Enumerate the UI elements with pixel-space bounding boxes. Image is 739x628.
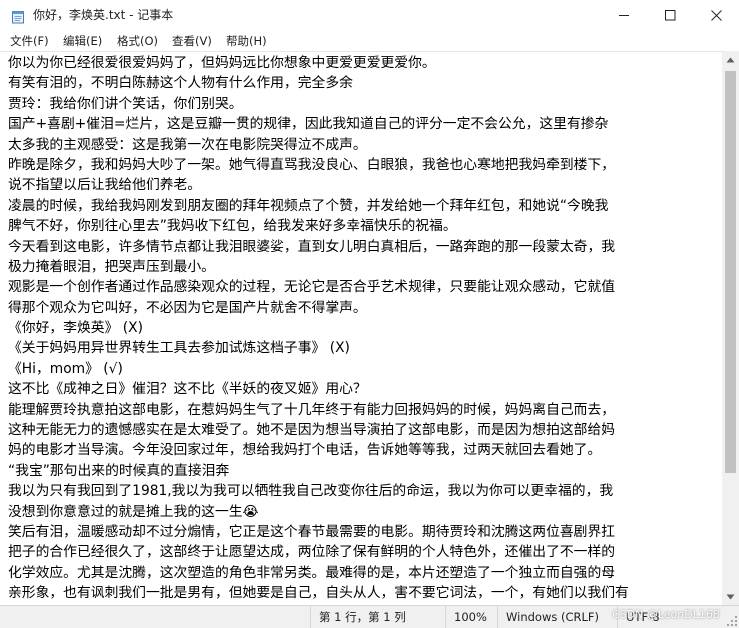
minimize-button[interactable] xyxy=(601,0,647,31)
maximize-button[interactable] xyxy=(647,0,693,31)
notepad-window: 你好，李焕英.txt - 记事本 文件(F) 编辑(E) 格式(O) 查看(V)… xyxy=(0,0,739,628)
arrow-down-icon xyxy=(726,594,735,599)
menu-help[interactable]: 帮助(H) xyxy=(226,33,267,49)
text-line[interactable]: 今天看到这电影，许多情节点都让我泪眼婆娑，直到女儿明白真相后，一路奔跑的那一段蒙… xyxy=(8,237,718,257)
menu-view[interactable]: 查看(V) xyxy=(172,33,212,49)
text-line[interactable]: 亲形象，也有讽刺我们一批是男有，但她要是自己，自头从人，害不要它词法，一个，有她… xyxy=(8,583,718,603)
csdn-watermark: CSDN @LeonDL168 xyxy=(612,608,720,621)
zoom-level: 100% xyxy=(445,606,497,628)
text-line[interactable]: 贾玲：我给你们讲个笑话，你们别哭。 xyxy=(8,94,718,114)
text-line[interactable]: 昨晚是除夕，我和妈妈大吵了一架。她气得直骂我没良心、白眼狼，我爸也心寒地把我妈牵… xyxy=(8,155,718,175)
title-bar: 你好，李焕英.txt - 记事本 xyxy=(0,0,739,31)
notepad-icon xyxy=(11,9,25,24)
text-line[interactable]: 凌晨的时候，我给我妈刚发到朋友圈的拜年视频点了个赞，并发给她一个拜年红包，和她说… xyxy=(8,196,718,216)
minimize-icon xyxy=(618,15,629,16)
resize-grip-icon[interactable] xyxy=(726,615,738,627)
arrow-up-icon xyxy=(726,57,735,62)
text-line[interactable]: 妈的电影才当导演。今年没回家过年，想给我妈打个电话，告诉她等等我，过两天就回去看… xyxy=(8,440,718,460)
text-line[interactable]: 国产+喜剧+催泪=烂片，这是豆瓣一贯的规律，因此我知道自己的评分一定不会公允，这… xyxy=(8,114,718,134)
text-line[interactable]: “我宝”那句出来的时候真的直接泪奔 xyxy=(8,461,718,481)
text-line[interactable]: 说不指望以后让我给他们养老。 xyxy=(8,175,718,195)
close-button[interactable] xyxy=(693,0,739,31)
text-line[interactable]: 《Hi，mom》 (√) xyxy=(8,359,718,379)
text-line[interactable]: 《你好，李焕英》 (X) xyxy=(8,318,718,338)
text-line[interactable]: 笑后有泪，温暖感动却不过分煽情，它正是这个春节最需要的电影。期待贾玲和沈腾这两位… xyxy=(8,522,718,542)
scroll-thumb[interactable] xyxy=(725,71,736,473)
text-line[interactable]: 你以为你已经很爱很爱妈妈了，但妈妈远比你想象中更爱更爱更爱你。 xyxy=(8,53,718,73)
text-line[interactable]: 有笑有泪的，不明白陈赫这个人物有什么作用，完全多余 xyxy=(8,73,718,93)
text-content[interactable]: 你以为你已经很爱很爱妈妈了，但妈妈远比你想象中更爱更爱更爱你。 有笑有泪的，不明白… xyxy=(8,53,718,604)
text-line[interactable]: 《关于妈妈用异世界转生工具去参加试炼这档子事》 (X) xyxy=(8,338,718,358)
scroll-down-button[interactable] xyxy=(722,588,739,605)
text-line[interactable]: 没想到你意意过的就是摊上我的这一生😭 xyxy=(8,502,718,522)
menu-bar: 文件(F) 编辑(E) 格式(O) 查看(V) 帮助(H) xyxy=(0,31,739,51)
window-title: 你好，李焕英.txt - 记事本 xyxy=(33,8,174,22)
maximize-icon xyxy=(664,10,675,21)
vertical-scrollbar[interactable] xyxy=(722,51,739,605)
text-editor[interactable]: 你以为你已经很爱很爱妈妈了，但妈妈远比你想象中更爱更爱更爱你。 有笑有泪的，不明白… xyxy=(0,51,722,606)
text-line[interactable]: 把子的合作已经很久了，这部终于让愿望达成，两位除了保有鲜明的个人特色外，还催出了… xyxy=(8,542,718,562)
text-line[interactable]: 这不比《成神之日》催泪？这不比《半妖的夜叉姬》用心？ xyxy=(8,379,718,399)
menu-edit[interactable]: 编辑(E) xyxy=(63,33,102,49)
line-ending: Windows (CRLF) xyxy=(497,606,617,628)
text-line[interactable]: 得那个观众为它叫好，不必因为它是国产片就舍不得掌声。 xyxy=(8,298,718,318)
text-line[interactable]: 太多我的主观感受：这是我第一次在电影院哭得泣不成声。 xyxy=(8,135,718,155)
text-line[interactable]: 能理解贾玲执意拍这部电影，在惹妈妈生气了十几年终于有能力回报妈妈的时候，妈妈离自… xyxy=(8,400,718,420)
text-line[interactable]: 化学效应。尤其是沈腾，这次塑造的角色非常另类。最难得的是，本片还塑造了一个独立而… xyxy=(8,563,718,583)
close-icon xyxy=(710,10,722,21)
text-line[interactable]: 极力掩着眼泪，把哭声压到最小。 xyxy=(8,257,718,277)
text-line[interactable]: 脾气不好，你别往心里去”我妈收下红包，给我发来好多幸福快乐的祝福。 xyxy=(8,216,718,236)
text-line[interactable]: 观影是一个创作者通过作品感染观众的过程，无论它是否合乎艺术规律，只要能让观众感动… xyxy=(8,277,718,297)
text-line[interactable]: 我以为只有我回到了1981,我以为我可以牺牲我自己改变你往后的命运，我以为你可以… xyxy=(8,481,718,501)
menu-file[interactable]: 文件(F) xyxy=(10,33,49,49)
text-line[interactable]: 这种无能无力的遗憾感实在是太难受了。她不是因为想当导演拍了这部电影，而是因为想拍… xyxy=(8,420,718,440)
scroll-up-button[interactable] xyxy=(722,51,739,68)
cursor-position: 第 1 行，第 1 列 xyxy=(310,606,445,628)
menu-format[interactable]: 格式(O) xyxy=(117,33,158,49)
